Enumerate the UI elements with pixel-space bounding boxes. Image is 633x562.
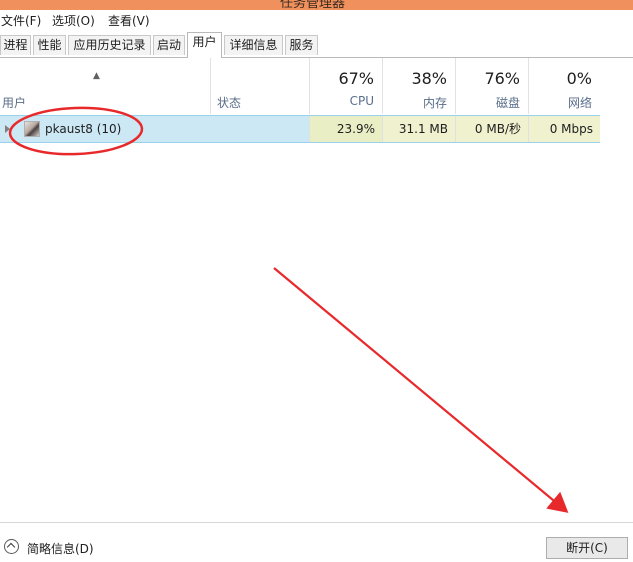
column-header: ▲ 用户 状态 67% CPU 38% 内存 76% 磁盘 0% 网络 — [0, 58, 600, 114]
collapse-chevron-icon[interactable] — [4, 539, 19, 554]
header-memory-percent: 38% — [411, 69, 447, 88]
title-bar: 任务管理器 — [0, 0, 633, 10]
header-network[interactable]: 0% 网络 — [528, 58, 600, 114]
menu-file[interactable]: 文件(F) — [1, 13, 41, 29]
row-memory: 31.1 MB — [382, 116, 455, 142]
header-memory[interactable]: 38% 内存 — [382, 58, 455, 114]
menu-options[interactable]: 选项(O) — [52, 13, 95, 29]
header-cpu-label: CPU — [349, 94, 374, 108]
header-status-label: 状态 — [217, 96, 242, 110]
tab-users[interactable]: 用户 — [187, 32, 222, 58]
row-status — [210, 116, 309, 142]
row-disk: 0 MB/秒 — [455, 116, 528, 142]
header-user[interactable]: ▲ 用户 — [0, 58, 210, 114]
header-network-percent: 0% — [566, 69, 592, 88]
window-title: 任务管理器 — [280, 0, 346, 10]
header-disk-label: 磁盘 — [495, 96, 520, 110]
tab-startup[interactable]: 启动 — [153, 35, 185, 55]
annotation-arrow — [273, 267, 569, 513]
user-avatar-icon — [24, 121, 40, 137]
tab-services[interactable]: 服务 — [285, 35, 318, 55]
disconnect-button[interactable]: 断开(C) — [546, 537, 628, 559]
row-user-name: pkaust8 (10) — [45, 122, 122, 136]
tab-bar: 进程 性能 应用历史记录 启动 用户 详细信息 服务 — [0, 32, 633, 58]
menu-bar: 文件(F) 选项(O) 查看(V) — [0, 10, 633, 32]
header-network-label: 网络 — [567, 96, 592, 110]
sort-up-icon: ▲ — [93, 71, 100, 81]
menu-view[interactable]: 查看(V) — [108, 13, 150, 29]
expand-arrow-icon[interactable] — [5, 125, 10, 133]
header-user-label: 用户 — [2, 96, 27, 110]
header-status[interactable]: 状态 — [210, 58, 309, 114]
tab-processes[interactable]: 进程 — [0, 35, 31, 55]
tab-app-history[interactable]: 应用历史记录 — [68, 35, 151, 55]
header-disk[interactable]: 76% 磁盘 — [455, 58, 528, 114]
row-cpu: 23.9% — [309, 116, 382, 142]
footer-bar: 简略信息(D) 断开(C) — [0, 522, 633, 562]
header-cpu-percent: 67% — [338, 69, 374, 88]
tab-performance[interactable]: 性能 — [33, 35, 66, 55]
row-network: 0 Mbps — [528, 116, 600, 142]
table-row[interactable]: pkaust8 (10) 23.9% 31.1 MB 0 MB/秒 0 Mbps — [0, 115, 600, 143]
fewer-details-link[interactable]: 简略信息(D) — [27, 540, 94, 557]
tab-details[interactable]: 详细信息 — [224, 35, 283, 55]
header-memory-label: 内存 — [422, 96, 447, 110]
header-cpu[interactable]: 67% CPU — [309, 58, 382, 114]
header-disk-percent: 76% — [484, 69, 520, 88]
